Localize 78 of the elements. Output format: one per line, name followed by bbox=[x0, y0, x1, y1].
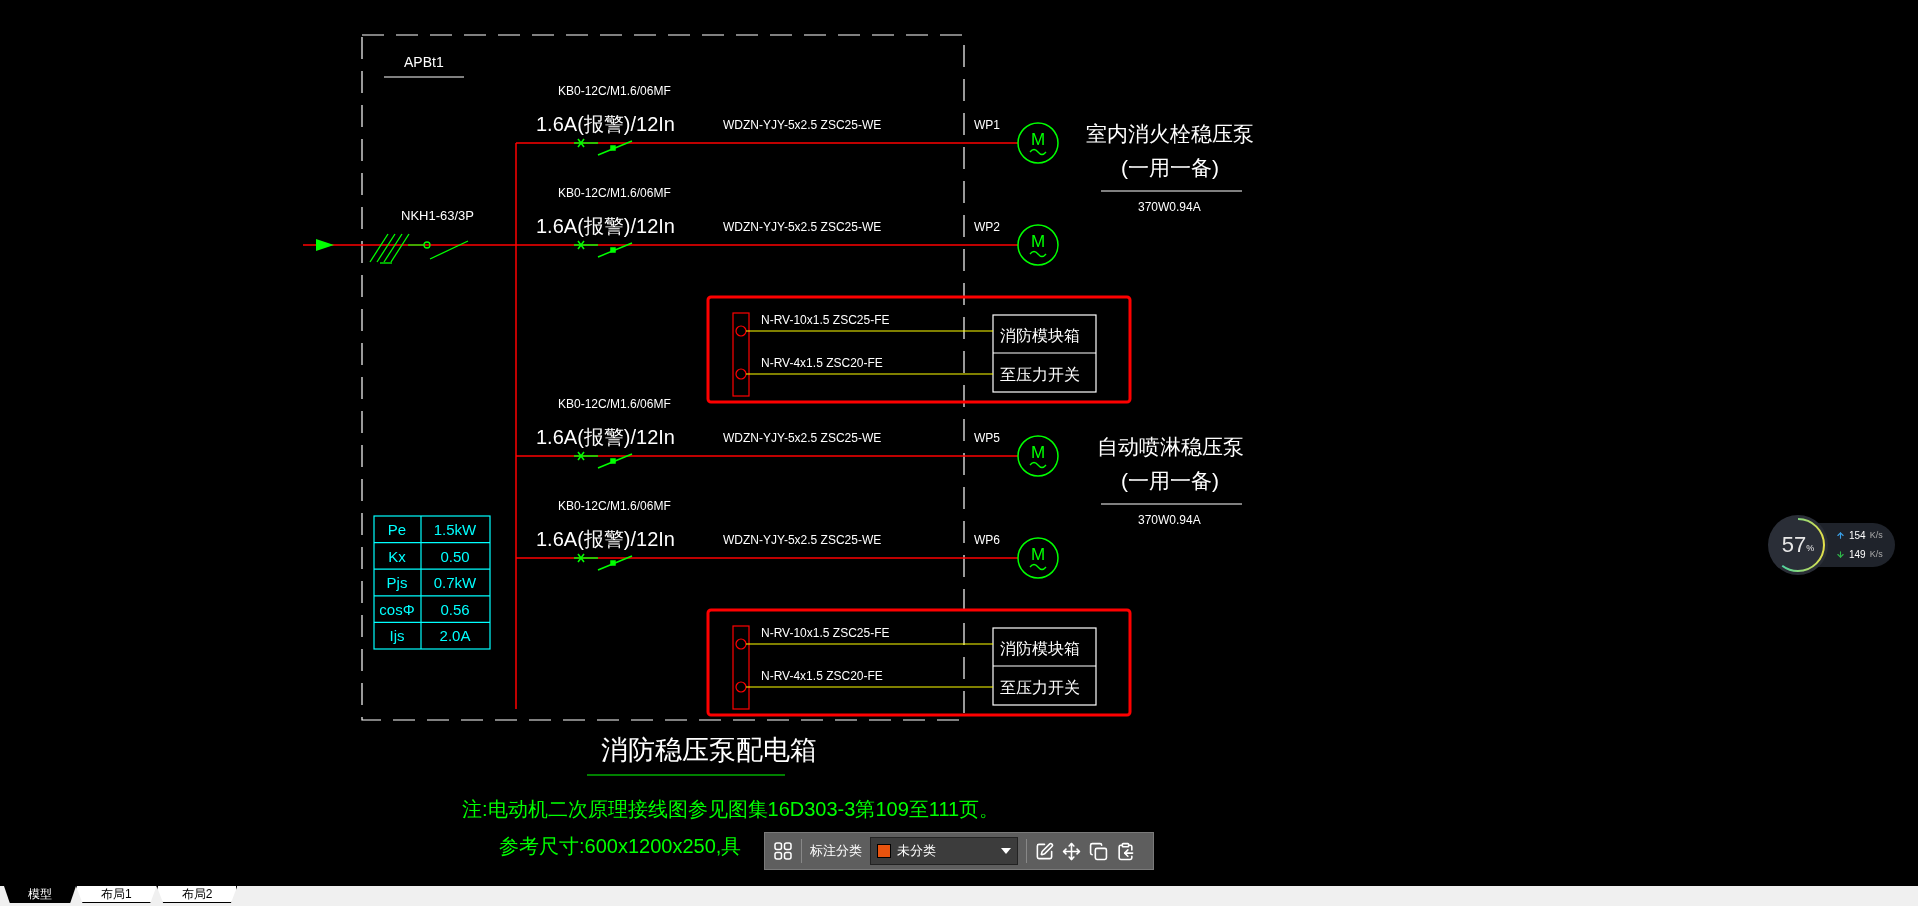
breaker-setting: 1.6A(报警)/12In bbox=[536, 113, 675, 135]
pump-note: (一用一备) bbox=[1121, 156, 1219, 179]
drawing-title: 消防稳压泵配电箱 bbox=[601, 735, 817, 765]
table-cell: Ijs bbox=[389, 627, 405, 645]
table-cell: 2.0A bbox=[439, 627, 471, 645]
table-cell: Pjs bbox=[386, 574, 408, 592]
speed-unit: K/s bbox=[1869, 528, 1883, 542]
note-text: 注:电动机二次原理接线图参见图集16D303-3第109至111页。 bbox=[462, 798, 1000, 820]
target-label: 至压力开关 bbox=[1000, 679, 1080, 696]
paste-icon[interactable] bbox=[1116, 841, 1135, 861]
download-icon bbox=[1836, 550, 1845, 559]
breaker-symbol bbox=[573, 240, 633, 258]
layout-tab[interactable]: 布局2 bbox=[156, 886, 238, 903]
circuit-number: WP2 bbox=[974, 220, 1000, 234]
grid-icon[interactable] bbox=[773, 841, 793, 861]
breaker-model: KB0-12C/M1.6/06MF bbox=[558, 499, 671, 513]
terminal-icon bbox=[735, 325, 747, 337]
edit-icon[interactable] bbox=[1035, 841, 1054, 861]
breaker-symbol bbox=[573, 138, 633, 156]
cable-spec: WDZN-YJY-5x2.5 ZSC25-WE bbox=[723, 533, 882, 547]
pump-rating: 370W0.94A bbox=[1138, 200, 1201, 214]
upload-speed: 154 bbox=[1849, 529, 1866, 543]
copy-icon[interactable] bbox=[1089, 841, 1108, 861]
terminal-icon bbox=[735, 681, 747, 693]
target-label: 消防模块箱 bbox=[1000, 640, 1080, 657]
percent-unit: % bbox=[1806, 543, 1815, 556]
breaker-symbol bbox=[573, 451, 633, 469]
terminal-icon bbox=[735, 638, 747, 650]
incoming-arrow-icon bbox=[316, 239, 334, 251]
layout-tab[interactable]: 模型 bbox=[4, 886, 76, 903]
table-cell: Kx bbox=[388, 547, 406, 565]
pump-rating: 370W0.94A bbox=[1138, 513, 1201, 527]
cable-spec: WDZN-YJY-5x2.5 ZSC25-WE bbox=[723, 220, 882, 234]
note-text: 参考尺寸:600x1200x250,具 bbox=[499, 835, 742, 857]
cable-spec: N-RV-4x1.5 ZSC20-FE bbox=[761, 356, 883, 370]
breaker-model: KB0-12C/M1.6/06MF bbox=[558, 186, 671, 200]
move-icon[interactable] bbox=[1062, 841, 1081, 861]
circuit-number: WP6 bbox=[974, 533, 1000, 547]
table-cell: cosΦ bbox=[379, 600, 415, 618]
usage-percent: 57 bbox=[1781, 534, 1807, 556]
upload-icon bbox=[1836, 531, 1845, 540]
target-label: 至压力开关 bbox=[1000, 366, 1080, 383]
breaker-model: KB0-12C/M1.6/06MF bbox=[558, 397, 671, 411]
table-cell: 1.5kW bbox=[433, 521, 477, 538]
motor-symbol: M bbox=[1017, 224, 1059, 266]
motor-symbol: M bbox=[1017, 122, 1059, 164]
motor-symbol: M bbox=[1017, 537, 1059, 579]
panel-name: APBt1 bbox=[404, 54, 444, 70]
layout-tab[interactable]: 布局1 bbox=[76, 886, 157, 903]
caret-icon bbox=[1001, 848, 1011, 854]
pump-name: 室内消火栓稳压泵 bbox=[1086, 122, 1254, 145]
category-select[interactable]: 未分类 bbox=[870, 837, 1018, 865]
table-cell: Pe bbox=[387, 521, 407, 538]
usage-gauge[interactable]: 57% bbox=[1768, 515, 1828, 575]
breaker-setting: 1.6A(报警)/12In bbox=[536, 426, 675, 448]
circuit-number: WP5 bbox=[974, 431, 1000, 445]
main-switch-model: NKH1-63/3P bbox=[401, 208, 474, 223]
cable-spec: N-RV-10x1.5 ZSC25-FE bbox=[761, 626, 890, 640]
table-cell: 0.50 bbox=[440, 547, 470, 565]
download-speed: 149 bbox=[1849, 548, 1866, 562]
table-cell: 0.56 bbox=[440, 600, 470, 618]
pump-name: 自动喷淋稳压泵 bbox=[1096, 435, 1244, 458]
motor-symbol: M bbox=[1017, 435, 1059, 477]
cable-spec: N-RV-10x1.5 ZSC25-FE bbox=[761, 313, 890, 327]
category-label: 标注分类 bbox=[810, 842, 862, 861]
target-label: 消防模块箱 bbox=[1000, 327, 1080, 344]
terminal-icon bbox=[735, 368, 747, 380]
cable-spec: WDZN-YJY-5x2.5 ZSC25-WE bbox=[723, 118, 882, 132]
breaker-setting: 1.6A(报警)/12In bbox=[536, 528, 675, 550]
speed-unit: K/s bbox=[1869, 547, 1883, 561]
breaker-setting: 1.6A(报警)/12In bbox=[536, 215, 675, 237]
cable-spec: WDZN-YJY-5x2.5 ZSC25-WE bbox=[723, 431, 882, 445]
breaker-symbol bbox=[573, 553, 633, 571]
pump-note: (一用一备) bbox=[1121, 469, 1219, 492]
cable-spec: N-RV-4x1.5 ZSC20-FE bbox=[761, 669, 883, 683]
table-cell: 0.7kW bbox=[433, 574, 477, 592]
circuit-number: WP1 bbox=[974, 118, 1000, 132]
breaker-model: KB0-12C/M1.6/06MF bbox=[558, 84, 671, 98]
